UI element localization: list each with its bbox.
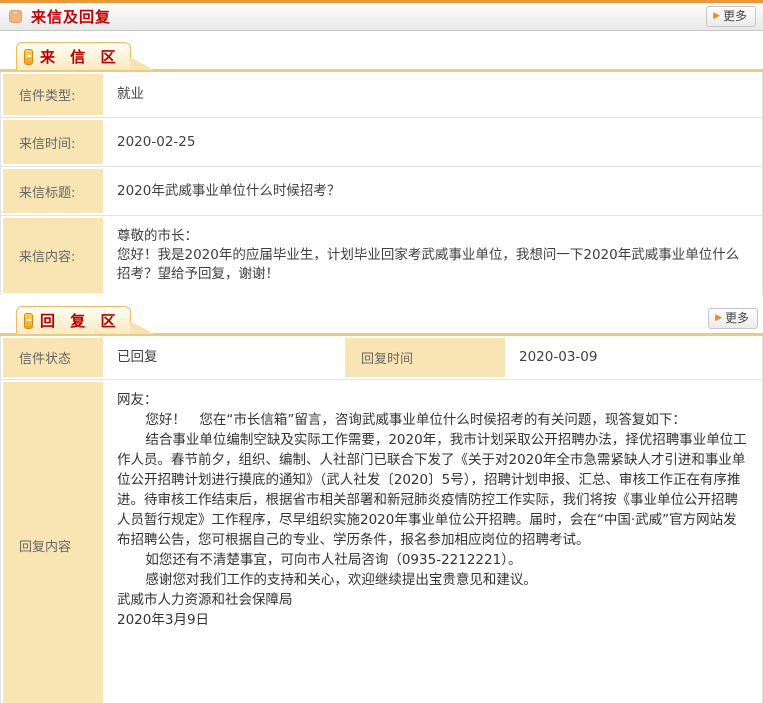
- tab-bullet-icon: [24, 312, 33, 329]
- more-arrow-icon: ▶: [713, 10, 720, 21]
- page-header-bar: ˇ 来信及回复 ▶ 更多: [0, 0, 763, 31]
- reply-time-label: 回复时间: [345, 338, 505, 377]
- reply-content-label: 回复内容: [3, 382, 103, 703]
- reply-date: 2020年3月9日: [117, 612, 210, 628]
- reply-paragraph: 您好！ 您在“市长信箱”留言，咨询武威事业单位什么时侯招考的有关问题，现答复如下…: [145, 412, 686, 428]
- letter-content-value: 尊敬的市长： 您好！我是2020年的应届毕业生，计划毕业回家考武威事业单位，我想…: [105, 216, 762, 295]
- page-title: 来信及回复: [31, 8, 112, 26]
- collapse-chevron-icon[interactable]: ˇ: [9, 10, 22, 23]
- letter-section: 来 信 区 信件类型: 就业 来信时间: 2020-02-25 来信标题: 20…: [0, 42, 763, 295]
- letter-type-value: 就业: [117, 86, 144, 102]
- letter-time-label: 来信时间:: [3, 120, 103, 164]
- reply-status-row: 信件状态 已回复 回复时间 2020-03-09: [1, 336, 762, 380]
- tab-letter-area: 来 信 区: [16, 42, 155, 70]
- reply-salutation: 网友：: [117, 392, 158, 408]
- reply-status-value: 已回复: [117, 349, 158, 365]
- more-arrow-icon: ▶: [715, 312, 722, 323]
- letter-content-line2: 您好！我是2020年的应届毕业生，计划毕业回家考武威事业单位，我想问一下2020…: [117, 247, 740, 282]
- letter-tab-row: 来 信 区: [0, 42, 763, 72]
- reply-time-value: 2020-03-09: [519, 349, 598, 365]
- letter-time-value: 2020-02-25: [117, 133, 196, 150]
- reply-paragraph: 感谢您对我们工作的支持和关心，欢迎继续提出宝贵意见和建议。: [145, 572, 537, 588]
- reply-tab-row: 回 复 区 ▶ 更多: [0, 306, 763, 336]
- letter-type-label: 信件类型:: [3, 74, 103, 115]
- reply-paragraph: 结合事业单位编制空缺及实际工作需要，2020年，我市计划采取公开招聘办法，择优招…: [117, 432, 747, 548]
- letter-tab-label: 来 信 区: [40, 48, 121, 66]
- reply-content-row: 回复内容 网友： 您好！ 您在“市长信箱”留言，咨询武威事业单位什么时侯招考的有…: [1, 380, 762, 703]
- reply-table: 信件状态 已回复 回复时间 2020-03-09 回复内容 网友： 您好！ 您在…: [0, 336, 763, 703]
- reply-paragraph: 如您还有不清楚事宜，可向市人社局咨询（0935-2212221）。: [145, 552, 522, 568]
- more-button-label: 更多: [724, 311, 749, 325]
- reply-signature: 武威市人力资源和社会保障局: [117, 592, 293, 608]
- reply-content-value: 网友： 您好！ 您在“市长信箱”留言，咨询武威事业单位什么时侯招考的有关问题，现…: [105, 380, 762, 703]
- table-row: 来信内容: 尊敬的市长： 您好！我是2020年的应届毕业生，计划毕业回家考武威事…: [1, 216, 762, 295]
- table-row: 信件类型: 就业: [1, 72, 762, 118]
- reply-tab-label: 回 复 区: [40, 312, 121, 330]
- letter-title-label: 来信标题:: [3, 169, 103, 213]
- more-button-top[interactable]: ▶ 更多: [706, 6, 756, 27]
- letters-and-replies-page: ˇ 来信及回复 ▶ 更多 来 信 区 信件类型: 就业 来信时间: 2020-0…: [0, 0, 763, 703]
- more-button-reply[interactable]: ▶ 更多: [708, 308, 758, 329]
- reply-section: 回 复 区 ▶ 更多 信件状态 已回复 回复时间 2020-03-09 回复内容…: [0, 306, 763, 703]
- table-row: 来信标题: 2020年武威事业单位什么时候招考？: [1, 167, 762, 216]
- letter-content-label: 来信内容:: [3, 218, 103, 293]
- table-row: 来信时间: 2020-02-25: [1, 118, 762, 167]
- tab-bullet-icon: [24, 48, 33, 65]
- letter-content-line1: 尊敬的市长：: [117, 228, 198, 244]
- reply-status-label: 信件状态: [3, 338, 103, 377]
- more-button-label: 更多: [722, 9, 747, 23]
- tab-reply-area: 回 复 区: [16, 306, 155, 334]
- letter-title-value: 2020年武威事业单位什么时候招考？: [117, 182, 341, 199]
- letter-table: 信件类型: 就业 来信时间: 2020-02-25 来信标题: 2020年武威事…: [0, 72, 763, 295]
